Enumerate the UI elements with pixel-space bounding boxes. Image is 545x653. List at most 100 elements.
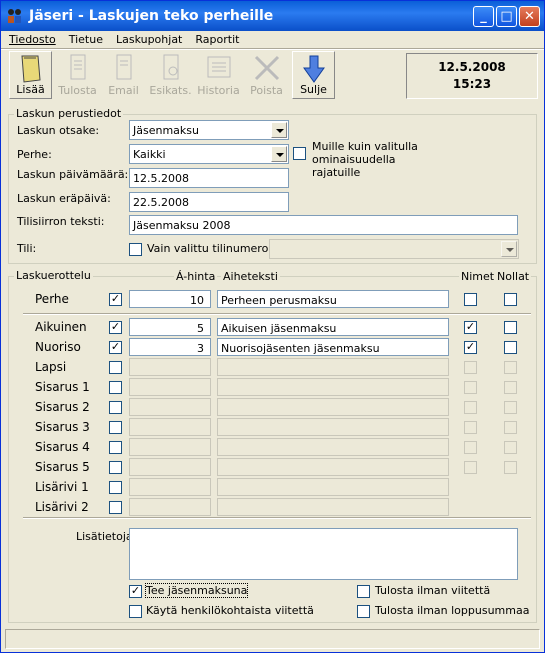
- no-total-label: Tulosta ilman loppusummaa: [375, 604, 530, 617]
- date-field[interactable]: 12.5.2008: [129, 168, 289, 188]
- family-dropdown[interactable]: Kaikki: [129, 144, 289, 164]
- no-total-checkbox[interactable]: [357, 605, 370, 618]
- due-date-field[interactable]: 22.5.2008: [129, 192, 289, 212]
- row-label: Sisarus 3: [35, 420, 90, 434]
- names-checkbox[interactable]: [464, 381, 477, 394]
- subject-text-field[interactable]: Perheen perusmaksu: [217, 290, 449, 308]
- title-bar[interactable]: Jäseri - Laskujen teko perheille _ □ ✕: [1, 1, 544, 31]
- row-enable-checkbox[interactable]: [109, 441, 122, 454]
- menu-tiedosto[interactable]: Tiedosto: [1, 31, 61, 46]
- price-field[interactable]: 5: [129, 318, 211, 336]
- subject-text-field[interactable]: Aikuisen jäsenmaksu: [217, 318, 449, 336]
- row-enable-checkbox[interactable]: ✓: [109, 293, 122, 306]
- subject-column-header: Aiheteksti: [221, 270, 280, 283]
- row-enable-checkbox[interactable]: [109, 501, 122, 514]
- zero-checkbox[interactable]: [504, 401, 517, 414]
- close-button[interactable]: ✕: [519, 6, 540, 27]
- subject-text-field[interactable]: [217, 398, 449, 416]
- row-enable-checkbox[interactable]: ✓: [109, 321, 122, 334]
- account-only-checkbox[interactable]: [129, 243, 142, 256]
- subject-dropdown[interactable]: Jäsenmaksu: [129, 120, 289, 140]
- price-field[interactable]: 10: [129, 290, 211, 308]
- subject-text-field[interactable]: Nuorisojäsenten jäsenmaksu: [217, 338, 449, 356]
- names-checkbox[interactable]: [464, 361, 477, 374]
- extra-info-textarea[interactable]: [129, 528, 518, 580]
- email-button[interactable]: Email: [102, 51, 145, 99]
- price-field[interactable]: [129, 378, 211, 396]
- names-checkbox[interactable]: [464, 441, 477, 454]
- zero-checkbox[interactable]: [504, 461, 517, 474]
- price-field[interactable]: [129, 478, 211, 496]
- price-field[interactable]: [129, 398, 211, 416]
- names-checkbox[interactable]: [464, 421, 477, 434]
- history-button[interactable]: Historia: [197, 51, 240, 99]
- subject-text-field[interactable]: [217, 418, 449, 436]
- row-label: Sisarus 1: [35, 380, 90, 394]
- zero-checkbox[interactable]: [504, 293, 517, 306]
- zero-checkbox[interactable]: [504, 381, 517, 394]
- names-column-header: Nimet: [459, 270, 497, 283]
- row-enable-checkbox[interactable]: [109, 421, 122, 434]
- account-dropdown[interactable]: [269, 239, 519, 259]
- subject-text-field[interactable]: [217, 378, 449, 396]
- row-label: Sisarus 5: [35, 460, 90, 474]
- row-label: Sisarus 4: [35, 440, 90, 454]
- preview-button[interactable]: Esikats.: [149, 51, 192, 99]
- menu-raportit[interactable]: Raportit: [187, 31, 244, 46]
- row-enable-checkbox[interactable]: [109, 401, 122, 414]
- delete-button[interactable]: Poista: [245, 51, 288, 99]
- zero-checkbox[interactable]: [504, 361, 517, 374]
- row-label: Lisärivi 2: [35, 500, 89, 514]
- maximize-button[interactable]: □: [496, 6, 517, 27]
- row-label: Aikuinen: [35, 320, 87, 334]
- clock-panel: 12.5.2008 15:23: [406, 53, 538, 99]
- book-icon: [20, 55, 41, 83]
- history-icon: [207, 56, 230, 78]
- zero-checkbox[interactable]: [504, 341, 517, 354]
- price-field[interactable]: [129, 438, 211, 456]
- names-checkbox[interactable]: [464, 461, 477, 474]
- current-date: 12.5.2008: [438, 60, 506, 74]
- subject-text-field[interactable]: [217, 478, 449, 496]
- row-enable-checkbox[interactable]: [109, 481, 122, 494]
- transfer-text-field[interactable]: Jäsenmaksu 2008: [129, 215, 518, 235]
- print-button[interactable]: Tulosta: [56, 51, 99, 99]
- close-form-button[interactable]: Sulje: [292, 51, 335, 99]
- price-field[interactable]: [129, 498, 211, 516]
- row-enable-checkbox[interactable]: [109, 461, 122, 474]
- minimize-button[interactable]: _: [473, 6, 494, 27]
- zero-checkbox[interactable]: [504, 441, 517, 454]
- price-field[interactable]: [129, 458, 211, 476]
- main-window: Jäseri - Laskujen teko perheille _ □ ✕ T…: [0, 0, 545, 653]
- zero-checkbox[interactable]: [504, 321, 517, 334]
- subject-text-field[interactable]: [217, 458, 449, 476]
- price-field[interactable]: [129, 418, 211, 436]
- row-enable-checkbox[interactable]: ✓: [109, 341, 122, 354]
- menu-laskupohjat[interactable]: Laskupohjat: [108, 31, 187, 46]
- menu-tietue[interactable]: Tietue: [61, 31, 108, 46]
- price-field[interactable]: 3: [129, 338, 211, 356]
- names-checkbox[interactable]: ✓: [464, 341, 477, 354]
- row-enable-checkbox[interactable]: [109, 381, 122, 394]
- personal-ref-checkbox[interactable]: [129, 605, 142, 618]
- transfer-label: Tilisiirron teksti:: [17, 215, 105, 228]
- names-checkbox[interactable]: [464, 401, 477, 414]
- other-filter-checkbox[interactable]: [293, 147, 306, 160]
- row-enable-checkbox[interactable]: [109, 361, 122, 374]
- menu-bar: Tiedosto Tietue Laskupohjat Raportit: [1, 31, 544, 49]
- chevron-down-icon: [501, 241, 517, 257]
- row-label: Lisärivi 1: [35, 480, 89, 494]
- chevron-down-icon: [271, 146, 287, 162]
- names-checkbox[interactable]: ✓: [464, 321, 477, 334]
- no-ref-checkbox[interactable]: [357, 585, 370, 598]
- add-button[interactable]: Lisää: [9, 51, 52, 99]
- zero-checkbox[interactable]: [504, 421, 517, 434]
- subject-text-field[interactable]: [217, 498, 449, 516]
- preview-icon: [163, 54, 178, 80]
- row-label: Sisarus 2: [35, 400, 90, 414]
- membership-checkbox[interactable]: ✓: [129, 585, 142, 598]
- subject-text-field[interactable]: [217, 358, 449, 376]
- price-field[interactable]: [129, 358, 211, 376]
- subject-text-field[interactable]: [217, 438, 449, 456]
- names-checkbox[interactable]: [464, 293, 477, 306]
